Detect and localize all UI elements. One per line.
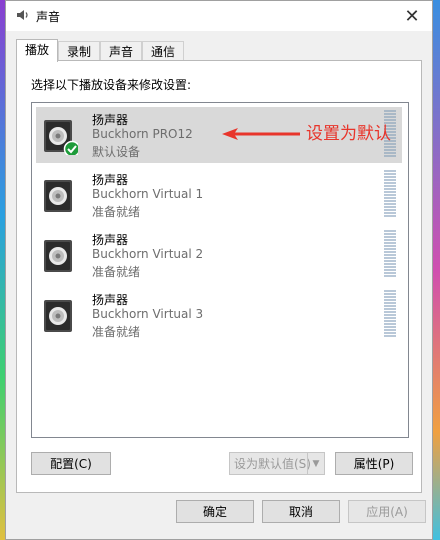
device-item[interactable]: 扬声器 Buckhorn Virtual 2 准备就绪: [36, 227, 402, 283]
device-model: Buckhorn Virtual 2: [92, 247, 204, 261]
speaker-icon: [17, 10, 28, 20]
tab-bar: 播放 录制 声音 通信: [16, 39, 185, 62]
speaker-box-icon: [44, 120, 78, 155]
set-default-label: 设为默认值(S): [234, 457, 311, 471]
close-icon: ✕: [404, 5, 420, 27]
volume-meter: [384, 290, 396, 340]
device-item[interactable]: 扬声器 Buckhorn Virtual 3 准备就绪: [36, 287, 402, 343]
tab-recording[interactable]: 录制: [58, 41, 101, 62]
device-name: 扬声器: [92, 173, 129, 187]
device-name: 扬声器: [92, 293, 129, 307]
window-title: 声音: [36, 10, 61, 24]
tab-communications[interactable]: 通信: [142, 41, 185, 62]
sound-dialog: 声音 ✕ 播放 录制 声音 通信 选择以下播放设备来修改设置: 扬声器 Buckh…: [5, 0, 433, 540]
device-model: Buckhorn PRO12: [92, 127, 193, 141]
set-default-button[interactable]: 设为默认值(S) ▼: [229, 452, 325, 475]
speaker-box-icon: [44, 180, 72, 212]
device-status: 准备就绪: [92, 205, 141, 219]
cancel-button[interactable]: 取消: [262, 500, 340, 523]
device-status: 准备就绪: [92, 265, 141, 279]
device-item[interactable]: 扬声器 Buckhorn Virtual 1 准备就绪: [36, 167, 402, 223]
device-model: Buckhorn Virtual 1: [92, 187, 204, 201]
configure-button[interactable]: 配置(C): [31, 452, 111, 475]
speaker-box-icon: [44, 240, 72, 272]
ok-button[interactable]: 确定: [176, 500, 254, 523]
properties-button[interactable]: 属性(P): [335, 452, 413, 475]
playback-panel: 选择以下播放设备来修改设置: 扬声器 Buckhorn PRO12 默认设备 扬声器 B…: [16, 60, 422, 493]
device-model: Buckhorn Virtual 3: [92, 307, 204, 321]
device-list[interactable]: 扬声器 Buckhorn PRO12 默认设备 扬声器 Buckhorn Virtual…: [31, 102, 409, 438]
close-button[interactable]: ✕: [392, 1, 432, 31]
device-name: 扬声器: [92, 113, 129, 127]
speaker-box-icon: [44, 300, 72, 332]
title-bar[interactable]: 声音 ✕: [6, 1, 432, 31]
chevron-down-icon[interactable]: ▼: [307, 453, 324, 474]
instruction-text: 选择以下播放设备来修改设置:: [31, 78, 192, 92]
apply-button[interactable]: 应用(A): [348, 500, 426, 523]
device-status: 准备就绪: [92, 325, 141, 339]
tab-sounds[interactable]: 声音: [100, 41, 143, 62]
annotation-text: 设置为默认: [306, 124, 391, 144]
volume-meter: [384, 170, 396, 220]
tab-playback[interactable]: 播放: [16, 39, 59, 62]
device-name: 扬声器: [92, 233, 129, 247]
device-status: 默认设备: [92, 145, 141, 159]
volume-meter: [384, 230, 396, 280]
red-arrow-icon: [222, 128, 300, 140]
